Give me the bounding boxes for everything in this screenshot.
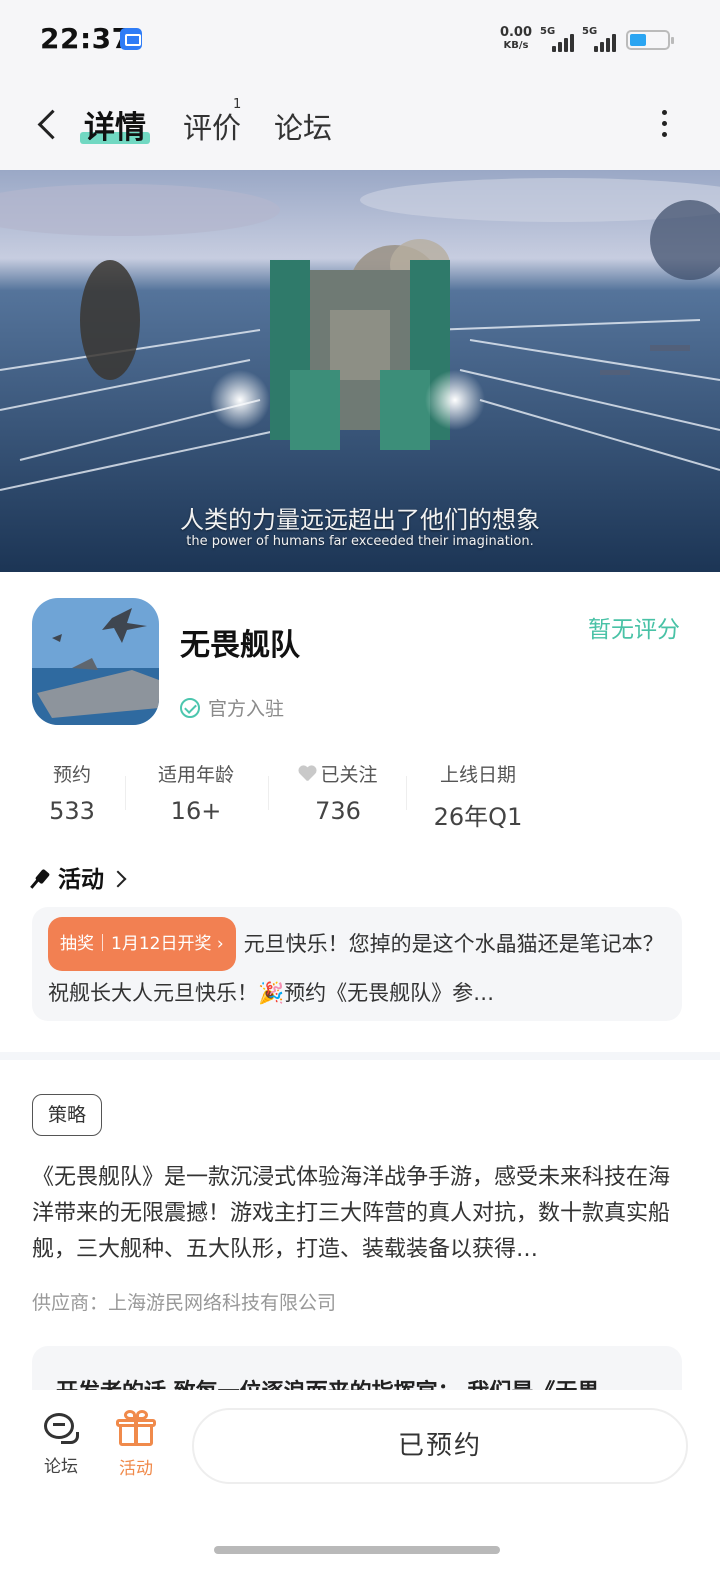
verified-check-icon xyxy=(180,698,200,718)
status-time: 22:37 xyxy=(40,22,132,55)
forum-chat-icon xyxy=(41,1410,81,1446)
game-description[interactable]: 《无畏舰队》是一款沉浸式体验海洋战争手游，感受未来科技在海洋带来的无限震撼！游戏… xyxy=(32,1160,682,1268)
video-subtitle-english: the power of humans far exceeded their i… xyxy=(186,534,534,549)
gift-icon xyxy=(116,1410,156,1448)
bottom-activity-button[interactable]: 活动 xyxy=(106,1410,166,1479)
reviews-count-badge: 1 xyxy=(233,97,242,112)
chevron-right-icon xyxy=(109,870,127,888)
tab-forum[interactable]: 论坛 xyxy=(274,105,332,147)
signal-icon-sim2: 5G xyxy=(582,26,620,52)
battery-level-fill xyxy=(630,34,646,46)
battery-icon xyxy=(626,30,674,50)
lottery-tag[interactable]: 抽奖｜1月12日开奖 › xyxy=(48,917,236,971)
home-indicator[interactable] xyxy=(214,1546,500,1554)
signal-icon-sim1: 5G xyxy=(540,26,578,52)
stat-reservations: 预约 533 xyxy=(49,764,95,825)
developer-note-card[interactable]: 开发者的话 致每一位逐浪而来的指挥官： 我们是《无畏 xyxy=(32,1346,682,1390)
section-divider xyxy=(0,1052,720,1060)
back-arrow-icon[interactable] xyxy=(34,106,60,146)
app-details-page: 22:37 0.00 KB/s 5G 5G 详情 评价 1 论坛 人类的力量远远… xyxy=(0,0,720,1584)
more-options-icon[interactable] xyxy=(660,110,670,140)
pin-icon xyxy=(32,869,52,889)
stat-followers[interactable]: 已关注 736 xyxy=(288,760,388,825)
network-speed: 0.00 KB/s xyxy=(499,25,533,51)
heart-icon xyxy=(298,766,316,782)
game-video-banner[interactable]: 人类的力量远远超出了他们的想象 the power of humans far … xyxy=(0,170,720,572)
genre-tag-strategy[interactable]: 策略 xyxy=(32,1094,102,1136)
activity-card[interactable]: 抽奖｜1月12日开奖 › 元旦快乐！您掉的是这个水晶猫还是笔记本？ 祝舰长大人元旦… xyxy=(32,907,682,1021)
video-subtitle-chinese: 人类的力量远远超出了他们的想象 xyxy=(180,506,540,534)
developer-note-text: 开发者的话 致每一位逐浪而来的指挥官： 我们是《无畏 xyxy=(56,1374,599,1390)
stat-divider xyxy=(406,776,407,810)
stat-release-date: 上线日期 26年Q1 xyxy=(433,764,523,831)
banner-mech xyxy=(270,260,450,450)
game-title: 无畏舰队 xyxy=(180,628,300,663)
tab-details[interactable]: 详情 xyxy=(84,102,146,147)
notification-app-icon xyxy=(120,28,142,50)
reserved-button[interactable]: 已预约 xyxy=(192,1408,688,1484)
game-app-icon xyxy=(32,598,159,725)
stat-divider xyxy=(125,776,126,810)
status-bar: 22:37 0.00 KB/s 5G 5G xyxy=(0,0,720,80)
stat-age-rating: 适用年龄 16+ xyxy=(157,764,234,825)
stat-divider xyxy=(268,776,269,810)
activity-section-header[interactable]: 活动 xyxy=(32,860,127,894)
bottom-forum-button[interactable]: 论坛 xyxy=(31,1410,91,1477)
supplier-info: 供应商：上海游民网络科技有限公司 xyxy=(32,1292,337,1314)
official-verified-label: 官方入驻 xyxy=(180,694,284,721)
rating-status: 暂无评分 xyxy=(588,617,680,643)
